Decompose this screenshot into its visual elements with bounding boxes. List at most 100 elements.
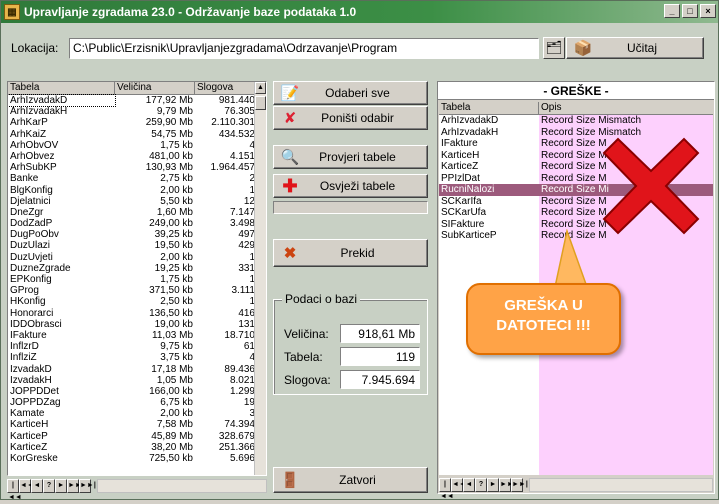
table-row[interactable]: Banke 2,75 kb 2 (8, 173, 266, 184)
nav-button[interactable]: ? (43, 479, 55, 493)
table-row[interactable]: ArhKarP 259,90 Mb 2.110.301 (8, 117, 266, 128)
table-size-cell: 177,92 Mb (145, 95, 193, 106)
abort-button[interactable]: ✖ Prekid (273, 239, 428, 267)
deselect-button[interactable]: ✘ Poništi odabir (273, 106, 428, 130)
nav-button[interactable]: ►►| (511, 478, 528, 492)
table-row[interactable]: DuzUvjeti 2,00 kb 1 (8, 252, 266, 263)
table-row[interactable]: DneZgr 1,60 Mb 7.147 (8, 207, 266, 218)
abort-x-icon: ✖ (283, 245, 297, 262)
table-row[interactable]: EPKonfig 1,75 kb 1 (8, 274, 266, 285)
table-row[interactable]: BlgKonfig 2,00 kb 1 (8, 185, 266, 196)
table-row[interactable]: DuzUlazi 19,50 kb 429 (8, 240, 266, 251)
table-name-cell: HKonfig (10, 296, 46, 308)
table-row[interactable]: KorGreske 725,50 kb 5.696 (8, 453, 266, 464)
table-row[interactable]: KarticeP 45,89 Mb 328.679 (8, 431, 266, 442)
table-row[interactable]: ArhObvez 481,00 kb 4.151 (8, 151, 266, 162)
nav-button[interactable]: ◄ (31, 479, 43, 493)
table-row[interactable]: ArhKaiZ 54,75 Mb 434.532 (8, 129, 266, 140)
table-row[interactable]: IzvadakH 1,05 Mb 8.021 (8, 375, 266, 386)
table-row[interactable]: ArhSubKP 130,93 Mb 1.964.457 (8, 162, 266, 173)
table-name-cell: DugPoObv (10, 229, 59, 241)
table-row[interactable]: IzvadakD 17,18 Mb 89.436 (8, 364, 266, 375)
nav-button[interactable]: ►►| (79, 479, 96, 493)
tables-horizontal-scrollbar[interactable] (97, 479, 267, 493)
title-bar[interactable]: ▦ Upravljanje zgradama 23.0 - Održavanje… (1, 1, 718, 23)
err-col-header-tabela[interactable]: Tabela (439, 102, 539, 114)
table-row[interactable]: KarticeZ 38,20 Mb 251.366 (8, 442, 266, 453)
table-size-cell: 1,75 kb (160, 139, 193, 151)
error-table-cell: SCKarIfa (441, 195, 482, 207)
table-records-cell: 1.299 (229, 385, 255, 397)
error-row[interactable]: ArhIzvadakD Record Size Mismatch (439, 115, 713, 127)
table-row[interactable]: Kamate 2,00 kb 3 (8, 408, 266, 419)
table-records-cell: 1 (249, 274, 255, 285)
table-records-cell: 3 (249, 408, 255, 420)
nav-button[interactable]: |◄◄ (439, 478, 454, 500)
nav-button[interactable]: ►► (67, 479, 82, 493)
table-row[interactable]: ArhIzvadakD 177,92 Mb 981.440 (8, 93, 266, 108)
table-row[interactable]: Honorarci 136,50 kb 416 (8, 308, 266, 319)
table-row[interactable]: IDDObrasci 19,00 kb 131 (8, 319, 266, 330)
nav-button[interactable]: |◄◄ (7, 479, 22, 501)
table-name-cell: InflziZ (10, 352, 37, 364)
minimize-button[interactable]: _ (664, 4, 680, 18)
table-name-cell: KorGreske (10, 453, 58, 464)
browse-folder-button[interactable]: 🗂 (543, 37, 565, 59)
table-row[interactable]: JOPPDZag 6,75 kb 19 (8, 397, 266, 408)
table-row[interactable]: JOPPDDet 166,00 kb 1.299 (8, 386, 266, 397)
err-col-header-opis[interactable]: Opis (539, 102, 713, 114)
select-all-button[interactable]: 📝 Odaberi sve (273, 81, 428, 105)
table-row[interactable]: InflzrD 9,75 kb 61 (8, 341, 266, 352)
refresh-tables-button[interactable]: ✚ Osvježi tabele (273, 174, 428, 198)
table-name-cell: JOPPDZag (10, 397, 61, 409)
table-size-cell: 1,05 Mb (156, 374, 193, 386)
maximize-button[interactable]: □ (682, 4, 698, 18)
table-row[interactable]: KarticeH 7,58 Mb 74.394 (8, 419, 266, 430)
callout-line2: DATOTECI !!! (496, 317, 591, 334)
col-header-slogova[interactable]: Slogova (195, 82, 257, 94)
table-name-cell: BlgKonfig (10, 184, 53, 196)
table-size-cell: 259,90 Mb (145, 117, 193, 129)
nav-button[interactable]: ► (487, 478, 499, 492)
load-button[interactable]: 📦 Učitaj (566, 37, 704, 59)
scroll-thumb[interactable] (255, 96, 266, 110)
table-records-cell: 416 (238, 307, 255, 319)
nav-button[interactable]: ◄◄ (19, 479, 34, 493)
table-row[interactable]: Djelatnici 5,50 kb 12 (8, 196, 266, 207)
location-input[interactable]: C:\Public\Erzisnik\Upravljanjezgradama\O… (69, 38, 539, 59)
table-records-cell: 2.110.301 (211, 117, 255, 129)
table-row[interactable]: DugPoObv 39,25 kb 497 (8, 229, 266, 240)
table-size-cell: 38,20 Mb (151, 441, 193, 453)
table-row[interactable]: GProg 371,50 kb 3.111 (8, 285, 266, 296)
errors-horizontal-scrollbar[interactable] (529, 478, 713, 492)
nav-button[interactable]: ◄ (463, 478, 475, 492)
table-row[interactable]: DuzneZgrade 19,25 kb 331 (8, 263, 266, 274)
nav-button[interactable]: ►► (499, 478, 514, 492)
nav-button[interactable]: ? (475, 478, 487, 492)
col-header-velicina[interactable]: Veličina (115, 82, 195, 94)
table-size-cell: 2,75 kb (160, 173, 193, 185)
nav-button[interactable]: ► (55, 479, 67, 493)
table-row[interactable]: HKonfig 2,50 kb 1 (8, 296, 266, 307)
table-row[interactable]: ArhObvOV 1,75 kb 4 (8, 140, 266, 151)
table-name-cell: JOPPDDet (10, 385, 59, 397)
table-row[interactable]: IFakture 11,03 Mb 18.710 (8, 330, 266, 341)
red-x-mark-icon (602, 137, 700, 235)
table-row[interactable]: ArhIzvadakH 9,79 Mb 76.305 (8, 106, 266, 117)
tables-vertical-scrollbar[interactable]: ▲ (254, 82, 266, 475)
close-window-button[interactable]: × (700, 4, 716, 18)
scroll-up-arrow-icon[interactable]: ▲ (255, 82, 266, 94)
table-row[interactable]: DodZadP 249,00 kb 3.498 (8, 218, 266, 229)
table-name-cell: GProg (10, 285, 39, 297)
tables-grid[interactable]: Tabela Veličina Slogova ArhIzvadakD 177,9… (7, 81, 267, 476)
table-row[interactable]: InflziZ 3,75 kb 4 (8, 352, 266, 363)
table-records-cell: 7.147 (229, 206, 255, 218)
callout-line1: GREŠKA U (504, 297, 583, 314)
table-records-cell: 3.498 (229, 218, 255, 230)
close-button[interactable]: 🚪 Zatvori (273, 467, 428, 493)
check-tables-button[interactable]: 🔍 Provjeri tabele (273, 145, 428, 169)
table-name-cell: EPKonfig (10, 274, 52, 285)
table-name-cell: IFakture (10, 329, 47, 341)
col-header-tabela[interactable]: Tabela (8, 82, 115, 94)
nav-button[interactable]: ◄◄ (451, 478, 466, 492)
